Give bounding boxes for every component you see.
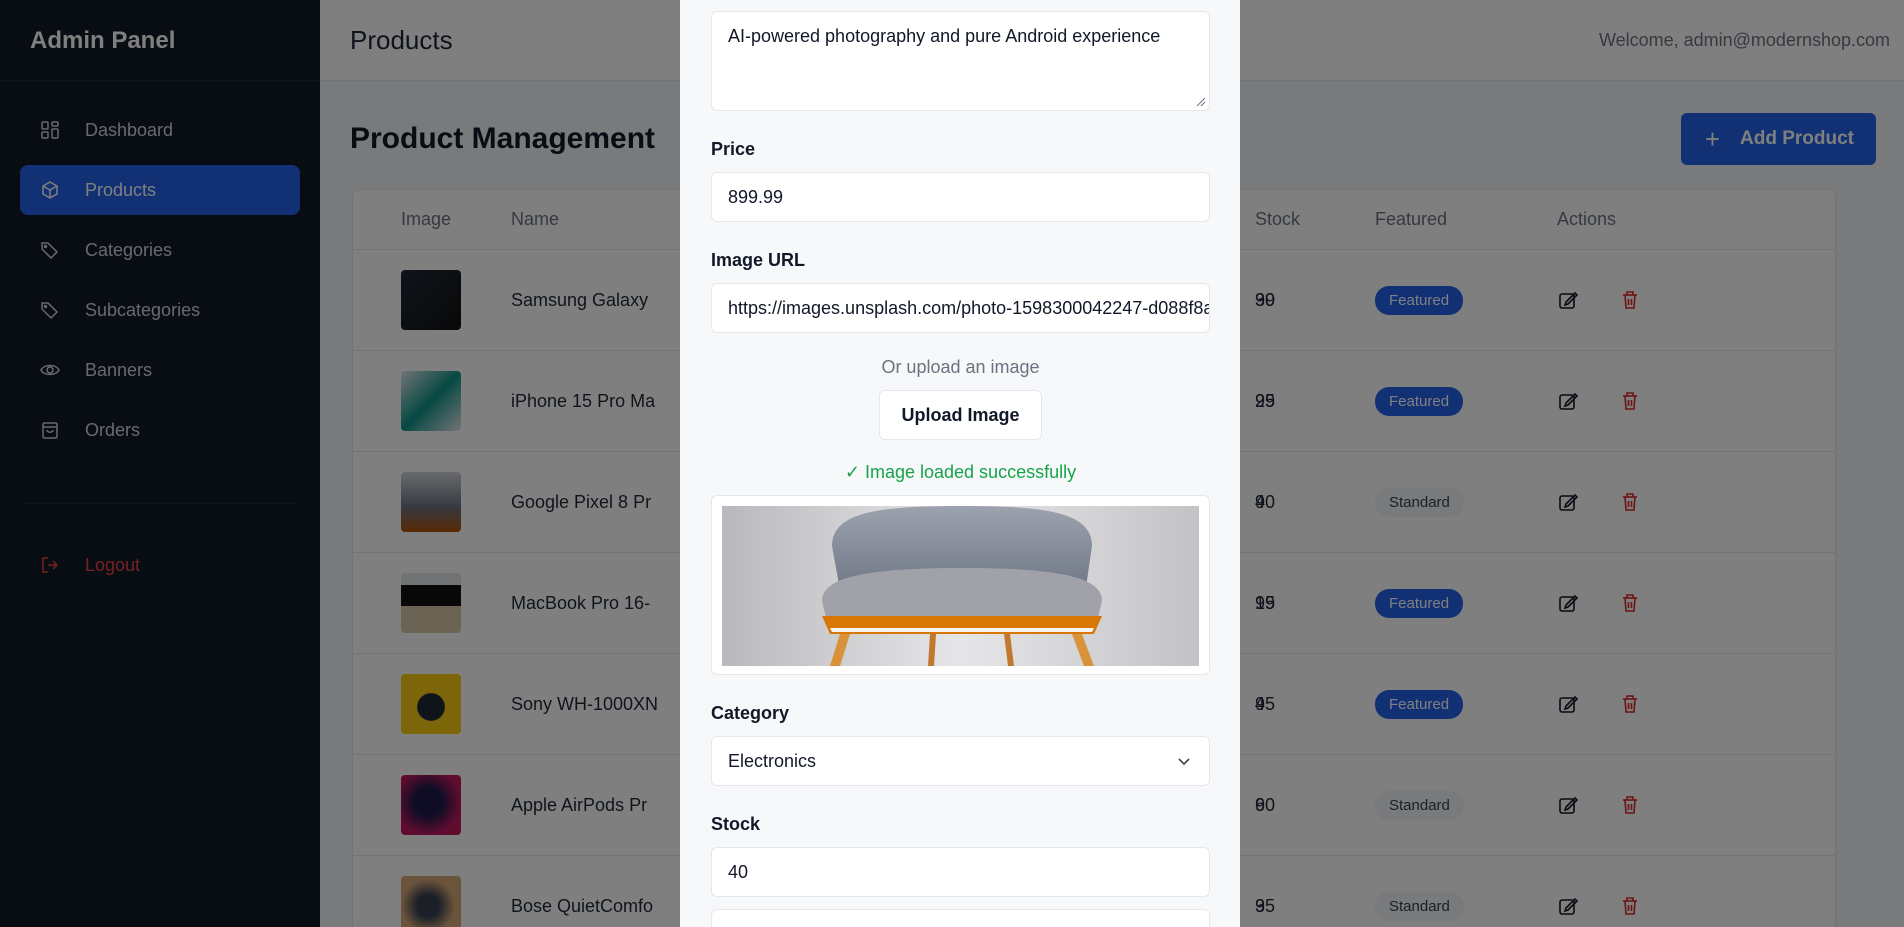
chevron-down-icon	[1175, 752, 1193, 770]
category-select[interactable]: Electronics	[711, 736, 1210, 786]
image-url-field[interactable]: https://images.unsplash.com/photo-159830…	[711, 283, 1210, 333]
image-loaded-status: ✓ Image loaded successfully	[844, 462, 1077, 482]
category-selected-value: Electronics	[728, 750, 817, 771]
description-text: AI-powered photography and pure Android …	[728, 26, 1161, 46]
stock-field[interactable]: 40	[711, 847, 1210, 897]
price-field[interactable]: 899.99	[711, 172, 1210, 222]
description-textarea[interactable]: AI-powered photography and pure Android …	[711, 11, 1210, 111]
edit-product-modal: AI-powered photography and pure Android …	[680, 0, 1240, 927]
image-url-label: Image URL	[711, 250, 806, 270]
or-upload-text: Or upload an image	[881, 357, 1040, 377]
resize-handle-icon[interactable]	[1196, 97, 1206, 107]
stock-label: Stock	[711, 814, 761, 834]
upload-image-button[interactable]: Upload Image	[879, 390, 1042, 440]
category-label: Category	[711, 703, 790, 723]
chair-preview-image	[722, 506, 1199, 666]
next-field-partial[interactable]	[711, 909, 1210, 927]
image-preview	[711, 495, 1210, 675]
price-label: Price	[711, 139, 756, 159]
